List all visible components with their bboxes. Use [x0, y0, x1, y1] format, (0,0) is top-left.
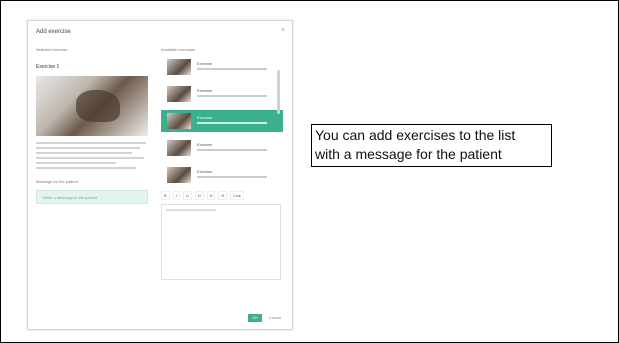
italic-button[interactable]: I — [172, 191, 180, 200]
list-item[interactable]: Exercise — [161, 164, 283, 186]
exercise-image — [36, 76, 148, 136]
exercise-list-label: Available exercises — [161, 47, 196, 52]
exercise-list: Exercise Exercise Exercise Exercise Exer… — [161, 56, 283, 186]
callout-box: You can add exercises to the list with a… — [311, 124, 552, 167]
selected-exercise-panel: Selected exercise Exercise 1 Message for… — [36, 47, 148, 204]
message-label: Message for the patient — [36, 179, 78, 184]
rich-text-editor[interactable] — [161, 204, 281, 280]
exercise-name: Exercise 1 — [36, 64, 60, 70]
exercise-thumbnail — [167, 59, 191, 75]
message-input[interactable]: Write a message to the patient — [36, 190, 148, 204]
callout-line-2: with a message for the patient — [315, 146, 502, 162]
editor-toolbar: B I U H H H Link — [161, 191, 279, 200]
dialog-title: Add exercise — [36, 29, 71, 35]
link-button[interactable]: Link — [230, 191, 244, 200]
callout-line-1: You can add exercises to the list — [315, 127, 516, 143]
heading-button[interactable]: H — [194, 191, 204, 200]
underline-button[interactable]: U — [182, 191, 192, 200]
list-item-selected[interactable]: Exercise — [161, 110, 283, 132]
heading-button[interactable]: H — [218, 191, 228, 200]
list-item[interactable]: Exercise — [161, 83, 283, 105]
bold-button[interactable]: B — [161, 191, 170, 200]
exercise-thumbnail — [167, 113, 191, 129]
heading-button[interactable]: H — [206, 191, 216, 200]
list-item[interactable]: Exercise — [161, 137, 283, 159]
exercise-description — [36, 142, 148, 169]
ok-button[interactable]: OK — [248, 314, 262, 322]
exercise-thumbnail — [167, 167, 191, 183]
exercise-thumbnail — [167, 140, 191, 156]
exercise-thumbnail — [167, 86, 191, 102]
list-scrollbar[interactable] — [277, 70, 280, 114]
cancel-button[interactable]: Cancel — [266, 314, 284, 322]
exercise-list-panel: Available exercises Exercise Exercise Ex… — [161, 47, 283, 280]
close-icon[interactable]: × — [281, 27, 285, 34]
list-item[interactable]: Exercise — [161, 56, 283, 78]
selected-exercise-label: Selected exercise — [36, 47, 68, 52]
add-exercise-dialog: Add exercise × Selected exercise Exercis… — [27, 20, 293, 330]
